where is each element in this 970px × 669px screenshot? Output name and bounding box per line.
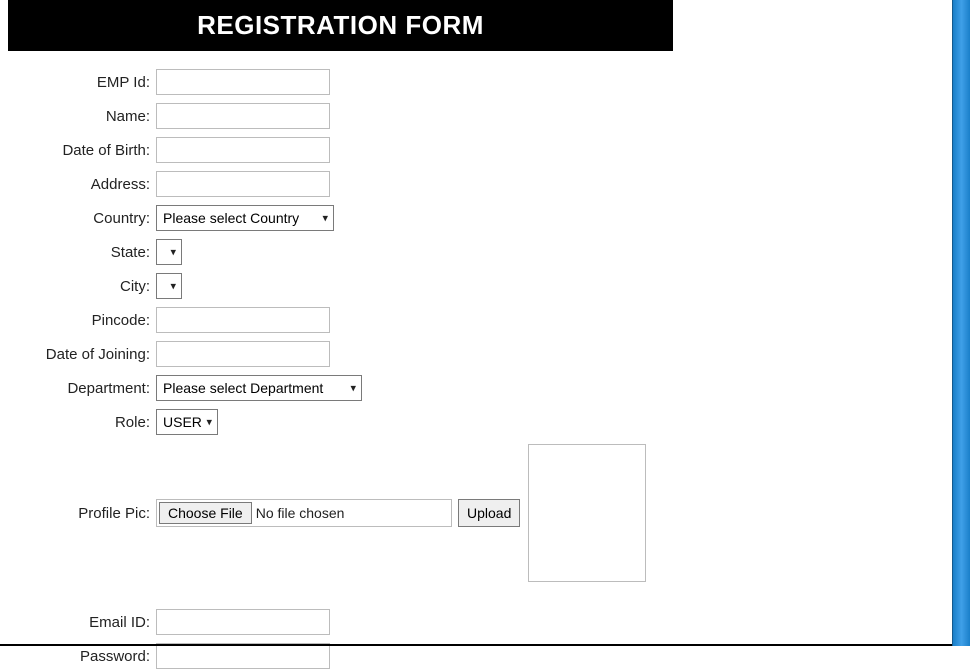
department-label: Department: (0, 380, 156, 397)
role-select[interactable]: USER (156, 409, 218, 435)
emailid-label: Email ID: (0, 614, 156, 631)
country-selected: Please select Country (163, 210, 299, 226)
country-select[interactable]: Please select Country (156, 205, 334, 231)
profile-preview (528, 444, 646, 582)
doj-label: Date of Joining: (0, 346, 156, 363)
registration-form: EMP Id: Name: Date of Birth: Address: Co… (0, 51, 970, 669)
department-selected: Please select Department (163, 380, 323, 396)
dob-label: Date of Birth: (0, 142, 156, 159)
pincode-label: Pincode: (0, 312, 156, 329)
empid-input[interactable] (156, 69, 330, 95)
page-title: REGISTRATION FORM (8, 0, 673, 51)
name-input[interactable] (156, 103, 330, 129)
city-select[interactable] (156, 273, 182, 299)
dob-input[interactable] (156, 137, 330, 163)
password-label: Password: (0, 648, 156, 665)
address-label: Address: (0, 176, 156, 193)
profilepic-label: Profile Pic: (0, 505, 156, 522)
role-selected: USER (163, 414, 202, 430)
choose-file-button[interactable]: Choose File (159, 502, 252, 524)
file-input-group[interactable]: Choose File No file chosen (156, 499, 452, 527)
city-label: City: (0, 278, 156, 295)
empid-label: EMP Id: (0, 74, 156, 91)
state-label: State: (0, 244, 156, 261)
password-input[interactable] (156, 643, 330, 669)
upload-button[interactable]: Upload (458, 499, 520, 527)
pincode-input[interactable] (156, 307, 330, 333)
country-label: Country: (0, 210, 156, 227)
emailid-input[interactable] (156, 609, 330, 635)
doj-input[interactable] (156, 341, 330, 367)
state-select[interactable] (156, 239, 182, 265)
no-file-text: No file chosen (256, 505, 345, 521)
vertical-scrollbar[interactable] (952, 0, 970, 646)
name-label: Name: (0, 108, 156, 125)
department-select[interactable]: Please select Department (156, 375, 362, 401)
role-label: Role: (0, 414, 156, 431)
address-input[interactable] (156, 171, 330, 197)
